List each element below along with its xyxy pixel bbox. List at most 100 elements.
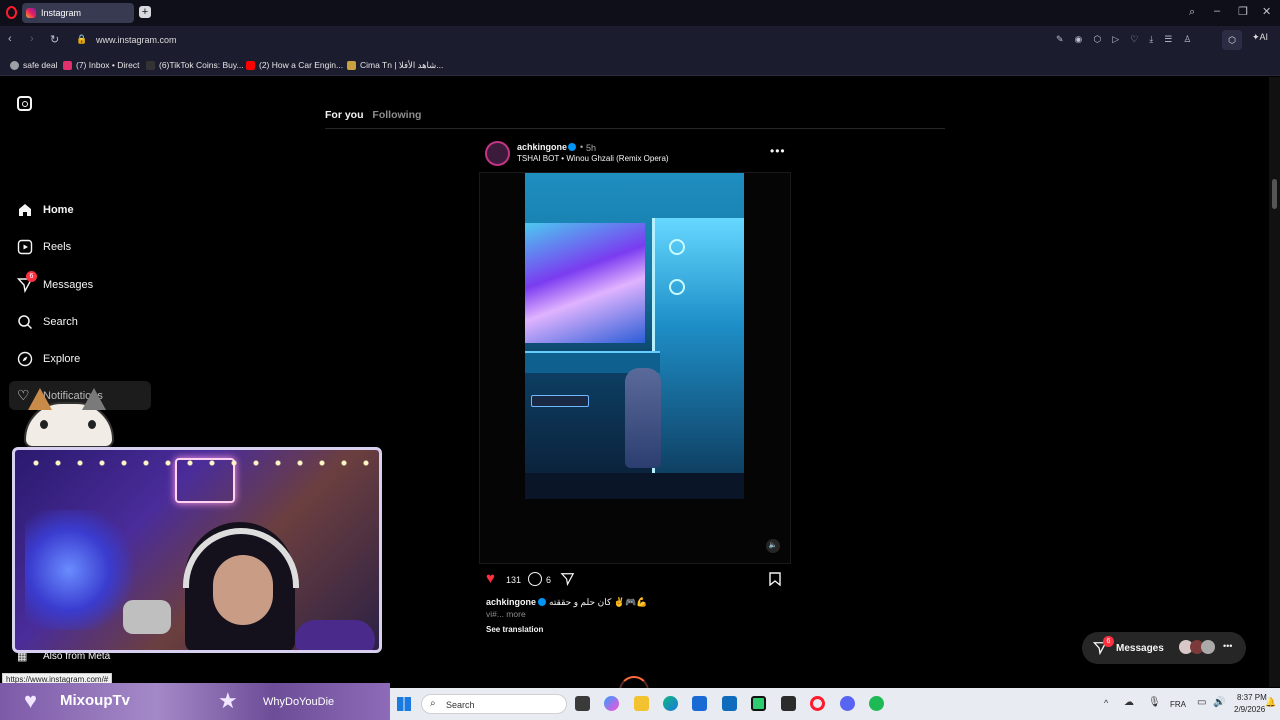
store-icon[interactable] (692, 696, 707, 711)
more-avatars-icon: ••• (1223, 641, 1233, 651)
sidebar-item-messages[interactable]: 6 Messages (16, 271, 94, 293)
outlook-icon[interactable] (722, 696, 737, 711)
pc-case (652, 218, 744, 483)
windows-start-icon[interactable] (397, 697, 411, 711)
language-indicator[interactable]: FRA (1170, 700, 1186, 709)
sidebar-item-reels[interactable]: Reels (16, 238, 71, 255)
instagram-logo-icon[interactable] (17, 96, 32, 111)
edit-icon[interactable]: ✎ (1056, 34, 1064, 45)
tray-chevron-icon[interactable]: ^ (1104, 698, 1108, 708)
star-icon: ★ (218, 688, 238, 713)
minimize-icon[interactable]: – (1214, 5, 1220, 17)
restore-icon[interactable]: ❐ (1238, 5, 1248, 18)
task-view-icon[interactable] (575, 696, 590, 711)
feed-tabs-divider (325, 128, 945, 129)
profile-icon[interactable]: ♙ (1183, 34, 1191, 45)
stream-banner: ♥ MixoupTv ★ WhyDoYouDie (0, 683, 390, 720)
bookmark-item[interactable]: (2) How a Car Engin... (246, 60, 343, 70)
avatar[interactable] (485, 141, 510, 166)
sticky-notes-icon[interactable] (781, 696, 796, 711)
onedrive-icon[interactable]: ☁ (1124, 697, 1134, 708)
file-explorer-icon[interactable] (634, 696, 649, 711)
verified-badge-icon (568, 143, 576, 151)
comments-count[interactable]: 6 (546, 575, 551, 585)
like-icon[interactable]: ♥ (486, 570, 495, 587)
notification-bell-icon[interactable]: 🔔 (1265, 697, 1276, 708)
opera-icon[interactable] (810, 696, 825, 711)
see-translation-link[interactable]: See translation (486, 625, 543, 634)
favorite-icon[interactable]: ♡ (1130, 34, 1138, 45)
microphone-icon[interactable]: 🎙 (1148, 697, 1161, 708)
blue-lamp (25, 510, 135, 630)
tab-instagram[interactable]: Instagram (22, 3, 134, 23)
clock-date[interactable]: 2/9/2026 (1234, 705, 1265, 714)
toolbar-icons: ✎ ◉ ⬡ ▷ ♡ ⤓ ☰ ♙ (1056, 34, 1191, 45)
tab-following[interactable]: Following (372, 109, 421, 121)
volume-icon[interactable]: 🔊 (1213, 697, 1225, 708)
messages-pill-badge: 6 (1103, 636, 1114, 647)
download-icon[interactable]: ⤓ (1149, 34, 1153, 45)
page-scrollbar[interactable] (1269, 77, 1280, 687)
camera-icon[interactable]: ◉ (1075, 34, 1083, 45)
share-icon[interactable] (560, 572, 575, 591)
sidebar-item-search[interactable]: Search (16, 313, 78, 330)
likes-count[interactable]: 131 (506, 575, 521, 585)
search-tabs-icon[interactable]: ⌕ (1189, 6, 1195, 19)
sidebar-item-label: Messages (43, 278, 94, 291)
play-icon[interactable]: ▷ (1112, 34, 1119, 45)
bookmark-item[interactable]: (6)TikTok Coins: Buy... (146, 60, 244, 70)
messages-pill-label: Messages (1116, 643, 1164, 654)
sidebar-item-label: Home (43, 203, 74, 216)
close-window-icon[interactable]: ✕ (1262, 5, 1271, 18)
explore-icon (16, 350, 33, 367)
fan-light (669, 279, 685, 295)
comment-icon[interactable] (528, 572, 542, 586)
fan-light (669, 239, 685, 255)
new-tab-button[interactable]: + (139, 6, 151, 18)
discord-icon[interactable] (840, 696, 855, 711)
ai-button[interactable]: ✦AI (1252, 32, 1268, 43)
tab-for-you[interactable]: For you (325, 109, 364, 121)
microphone (123, 600, 171, 634)
cat-plush (295, 620, 375, 650)
shield-icon[interactable]: ⬡ (1093, 34, 1101, 45)
forward-icon[interactable]: › (30, 33, 34, 45)
lock-icon: 🔒 (76, 34, 88, 44)
sidebar-item-home[interactable]: Home (16, 201, 74, 218)
messages-pill[interactable]: 6 Messages ••• (1082, 632, 1246, 664)
back-icon[interactable]: ‹ (8, 33, 12, 45)
search-icon (16, 313, 33, 330)
scrollbar-thumb[interactable] (1272, 179, 1277, 209)
save-icon[interactable] (769, 572, 781, 591)
reload-icon[interactable]: ↻ (50, 33, 59, 46)
network-icon[interactable]: ▭ (1197, 697, 1206, 708)
mute-icon[interactable]: 🔈 (766, 539, 780, 553)
bookmark-item[interactable]: (7) Inbox • Direct (63, 60, 139, 70)
menu-icon[interactable]: ☰ (1164, 34, 1172, 45)
address-input[interactable]: www.instagram.com (96, 35, 177, 45)
floor (525, 473, 744, 499)
copilot-icon[interactable] (604, 696, 619, 711)
more-options-icon[interactable]: ••• (770, 144, 786, 158)
bookmark-item[interactable]: safe deal (10, 60, 58, 70)
spotify-icon[interactable] (869, 696, 884, 711)
caption-more[interactable]: vi#... more (486, 609, 526, 619)
opera-logo-icon[interactable] (6, 6, 17, 19)
cima-icon (347, 61, 356, 70)
clock-time[interactable]: 8:37 PM (1237, 693, 1267, 702)
post-username[interactable]: achkingone (517, 142, 567, 152)
sidebar-item-label: Search (43, 315, 78, 328)
wall-artwork (525, 223, 645, 343)
extensions-icon[interactable]: ⬡ (1222, 30, 1242, 50)
post-audio[interactable]: TSHAI BOT • Winou Ghzali (Remix Opera) (517, 154, 669, 163)
reels-icon (16, 238, 33, 255)
app-icon[interactable] (751, 696, 766, 711)
sidebar-item-explore[interactable]: Explore (16, 350, 80, 367)
video-frame (525, 173, 744, 499)
string-lights (25, 456, 370, 470)
edge-icon[interactable] (663, 696, 678, 711)
bookmark-item[interactable]: Cima Tn | شاهد الأفلا... (347, 60, 443, 71)
instagram-icon (63, 60, 72, 70)
caption-username[interactable]: achkingone (486, 597, 536, 607)
taskbar-search[interactable]: ⌕ Search (421, 694, 567, 714)
